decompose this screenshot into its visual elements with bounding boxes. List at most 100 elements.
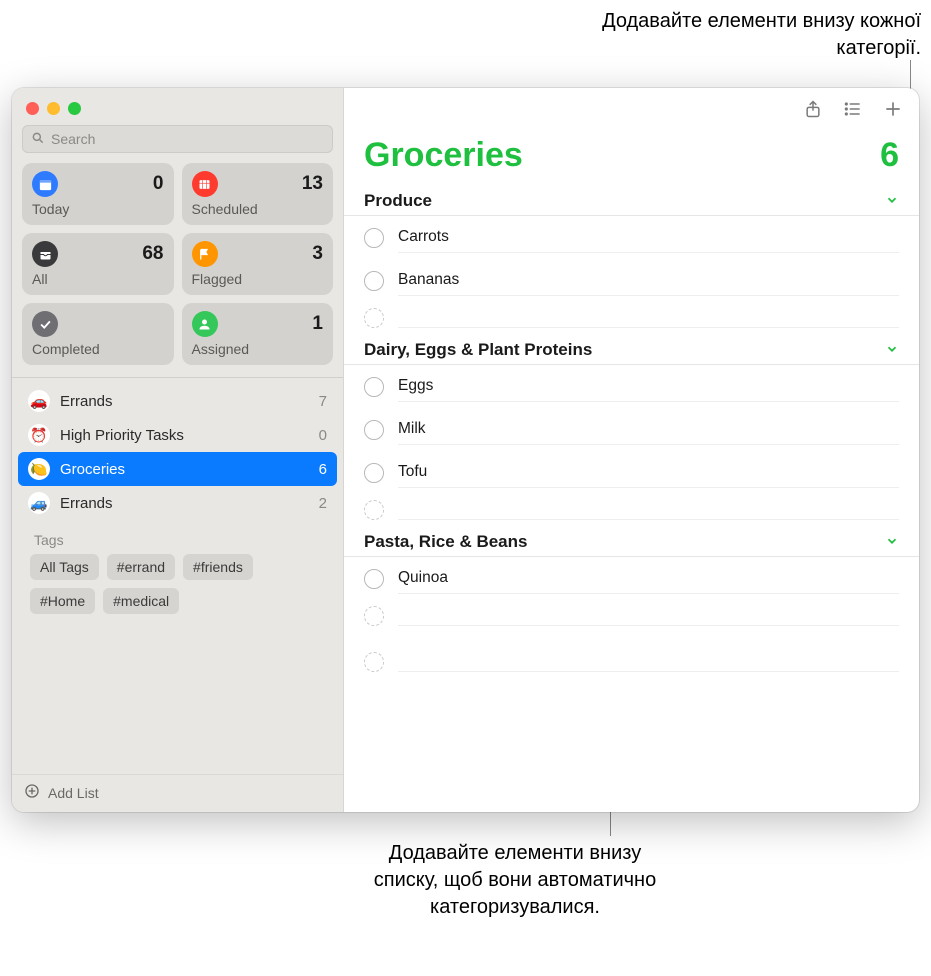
add-list-button[interactable]: Add List <box>12 774 343 812</box>
add-item-placeholder[interactable] <box>344 494 919 526</box>
callout-top: Додавайте елементи внизу кожної категорі… <box>561 8 921 62</box>
smart-label: Today <box>32 201 164 217</box>
reminder-text: Milk <box>398 414 899 445</box>
list-count: 7 <box>319 393 327 410</box>
reminder-text: Eggs <box>398 371 899 402</box>
chevron-down-icon[interactable] <box>885 193 899 210</box>
tray-icon <box>32 241 58 267</box>
list-count: 6 <box>319 461 327 478</box>
smart-label: Flagged <box>192 271 324 287</box>
list-count: 2 <box>319 495 327 512</box>
list-icon: 🚙 <box>28 492 50 514</box>
tag[interactable]: All Tags <box>30 554 99 580</box>
checkbox-placeholder <box>364 500 384 520</box>
checkbox[interactable] <box>364 463 384 483</box>
checkbox[interactable] <box>364 569 384 589</box>
list-item[interactable]: ⏰ High Priority Tasks 0 <box>18 418 337 452</box>
list-icon: ⏰ <box>28 424 50 446</box>
checkbox[interactable] <box>364 377 384 397</box>
smart-all[interactable]: 68 All <box>22 233 174 295</box>
close-button[interactable] <box>26 102 39 115</box>
list-item[interactable]: 🚙 Errands 2 <box>18 486 337 520</box>
checkbox[interactable] <box>364 420 384 440</box>
checkbox-placeholder <box>364 308 384 328</box>
reminder-item[interactable]: Bananas <box>344 259 919 302</box>
tag[interactable]: #Home <box>30 588 95 614</box>
toolbar <box>344 88 919 132</box>
share-icon[interactable] <box>803 99 823 122</box>
reminder-item[interactable]: Milk <box>344 408 919 451</box>
checkbox-placeholder <box>364 606 384 626</box>
chevron-down-icon[interactable] <box>885 534 899 551</box>
app-window: Search 0 Today 13 Sc <box>12 88 919 812</box>
smart-count: 13 <box>302 173 323 195</box>
reminder-text: Carrots <box>398 222 899 253</box>
smart-count: 1 <box>312 313 323 335</box>
minimize-button[interactable] <box>47 102 60 115</box>
section-title: Produce <box>364 191 432 211</box>
search-icon <box>31 131 45 148</box>
smart-count: 0 <box>153 173 164 195</box>
smart-label: Completed <box>32 341 164 357</box>
placeholder-text <box>398 308 899 328</box>
list-label: Errands <box>60 393 309 410</box>
add-item-placeholder[interactable] <box>344 600 919 632</box>
calendar-grid-icon <box>192 171 218 197</box>
list-view-icon[interactable] <box>843 99 863 122</box>
section-header[interactable]: Produce <box>344 185 919 216</box>
tag[interactable]: #friends <box>183 554 253 580</box>
smart-label: All <box>32 271 164 287</box>
list-total-count: 6 <box>880 136 899 175</box>
list-label: High Priority Tasks <box>60 427 309 444</box>
list-item-groceries[interactable]: 🍋 Groceries 6 <box>18 452 337 486</box>
calendar-icon <box>32 171 58 197</box>
list-count: 0 <box>319 427 327 444</box>
reminder-item[interactable]: Carrots <box>344 216 919 259</box>
main-panel: Groceries 6 Produce Carrots Bananas Dair… <box>344 88 919 812</box>
reminder-item[interactable]: Quinoa <box>344 557 919 600</box>
tag[interactable]: #errand <box>107 554 175 580</box>
smart-flagged[interactable]: 3 Flagged <box>182 233 334 295</box>
smart-assigned[interactable]: 1 Assigned <box>182 303 334 365</box>
smart-today[interactable]: 0 Today <box>22 163 174 225</box>
list-label: Errands <box>60 495 309 512</box>
section-title: Pasta, Rice & Beans <box>364 532 527 552</box>
divider <box>12 377 343 378</box>
chevron-down-icon[interactable] <box>885 342 899 359</box>
checkbox-placeholder <box>364 652 384 672</box>
tags: All Tags #errand #friends #Home #medical <box>18 554 337 624</box>
search-input[interactable]: Search <box>22 125 333 153</box>
add-icon[interactable] <box>883 99 903 122</box>
callout-bottom: Додавайте елементи внизу списку, щоб вон… <box>370 840 660 921</box>
reminder-item[interactable]: Eggs <box>344 365 919 408</box>
reminder-item[interactable]: Tofu <box>344 451 919 494</box>
list-content: Produce Carrots Bananas Dairy, Eggs & Pl… <box>344 185 919 812</box>
add-list-label: Add List <box>48 785 99 801</box>
person-icon <box>192 311 218 337</box>
flag-icon <box>192 241 218 267</box>
sidebar: Search 0 Today 13 Sc <box>12 88 344 812</box>
smart-label: Assigned <box>192 341 324 357</box>
tags-header: Tags <box>18 520 337 554</box>
section-header[interactable]: Dairy, Eggs & Plant Proteins <box>344 334 919 365</box>
checkbox[interactable] <box>364 228 384 248</box>
reminder-text: Bananas <box>398 265 899 296</box>
smart-completed[interactable]: Completed <box>22 303 174 365</box>
list-item[interactable]: 🚗 Errands 7 <box>18 384 337 418</box>
plus-circle-icon <box>24 783 40 802</box>
section-header[interactable]: Pasta, Rice & Beans <box>344 526 919 557</box>
search-placeholder: Search <box>51 131 95 147</box>
smart-scheduled[interactable]: 13 Scheduled <box>182 163 334 225</box>
placeholder-text <box>398 500 899 520</box>
list-label: Groceries <box>60 461 309 478</box>
add-item-placeholder[interactable] <box>344 302 919 334</box>
section-title: Dairy, Eggs & Plant Proteins <box>364 340 592 360</box>
checkbox[interactable] <box>364 271 384 291</box>
placeholder-text <box>398 652 899 672</box>
list-icon: 🍋 <box>28 458 50 480</box>
tag[interactable]: #medical <box>103 588 179 614</box>
add-uncategorized-placeholder[interactable] <box>344 646 919 678</box>
list-title: Groceries <box>364 136 523 175</box>
zoom-button[interactable] <box>68 102 81 115</box>
smart-count: 68 <box>142 243 163 265</box>
